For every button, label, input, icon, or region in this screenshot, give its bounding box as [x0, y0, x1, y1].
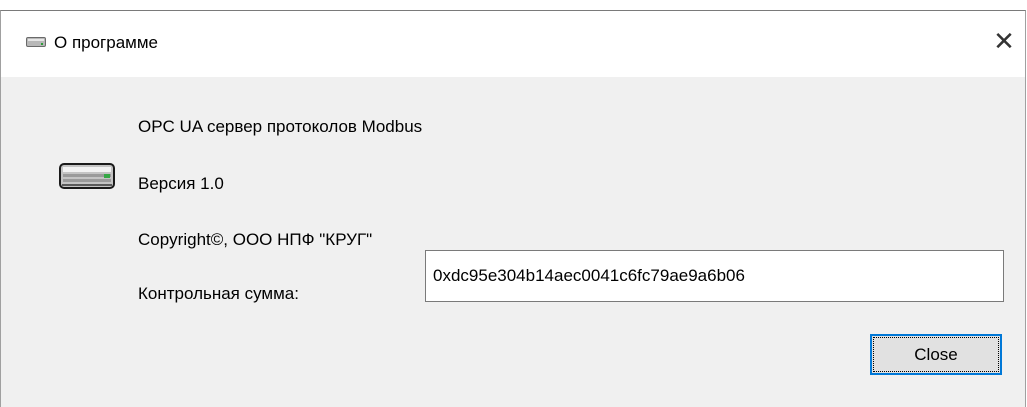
window-title: О программе	[54, 33, 159, 52]
device-icon	[59, 163, 115, 189]
title-bar[interactable]: О программе ✕	[1, 11, 1025, 77]
close-button[interactable]: Close	[870, 334, 1002, 375]
product-name: OPC UA сервер протоколов Modbus	[138, 117, 423, 136]
close-icon[interactable]: ✕	[989, 27, 1019, 57]
checksum-label: Контрольная сумма:	[138, 284, 299, 303]
version-text: Версия 1.0	[138, 174, 224, 193]
device-icon	[26, 37, 46, 47]
close-button-label: Close	[873, 337, 999, 372]
checksum-field[interactable]	[425, 250, 1004, 302]
about-dialog: О программе ✕ OPC UA сервер протоколов M…	[0, 10, 1026, 407]
copyright-text: Copyright©, ООО НПФ "КРУГ"	[138, 230, 373, 249]
